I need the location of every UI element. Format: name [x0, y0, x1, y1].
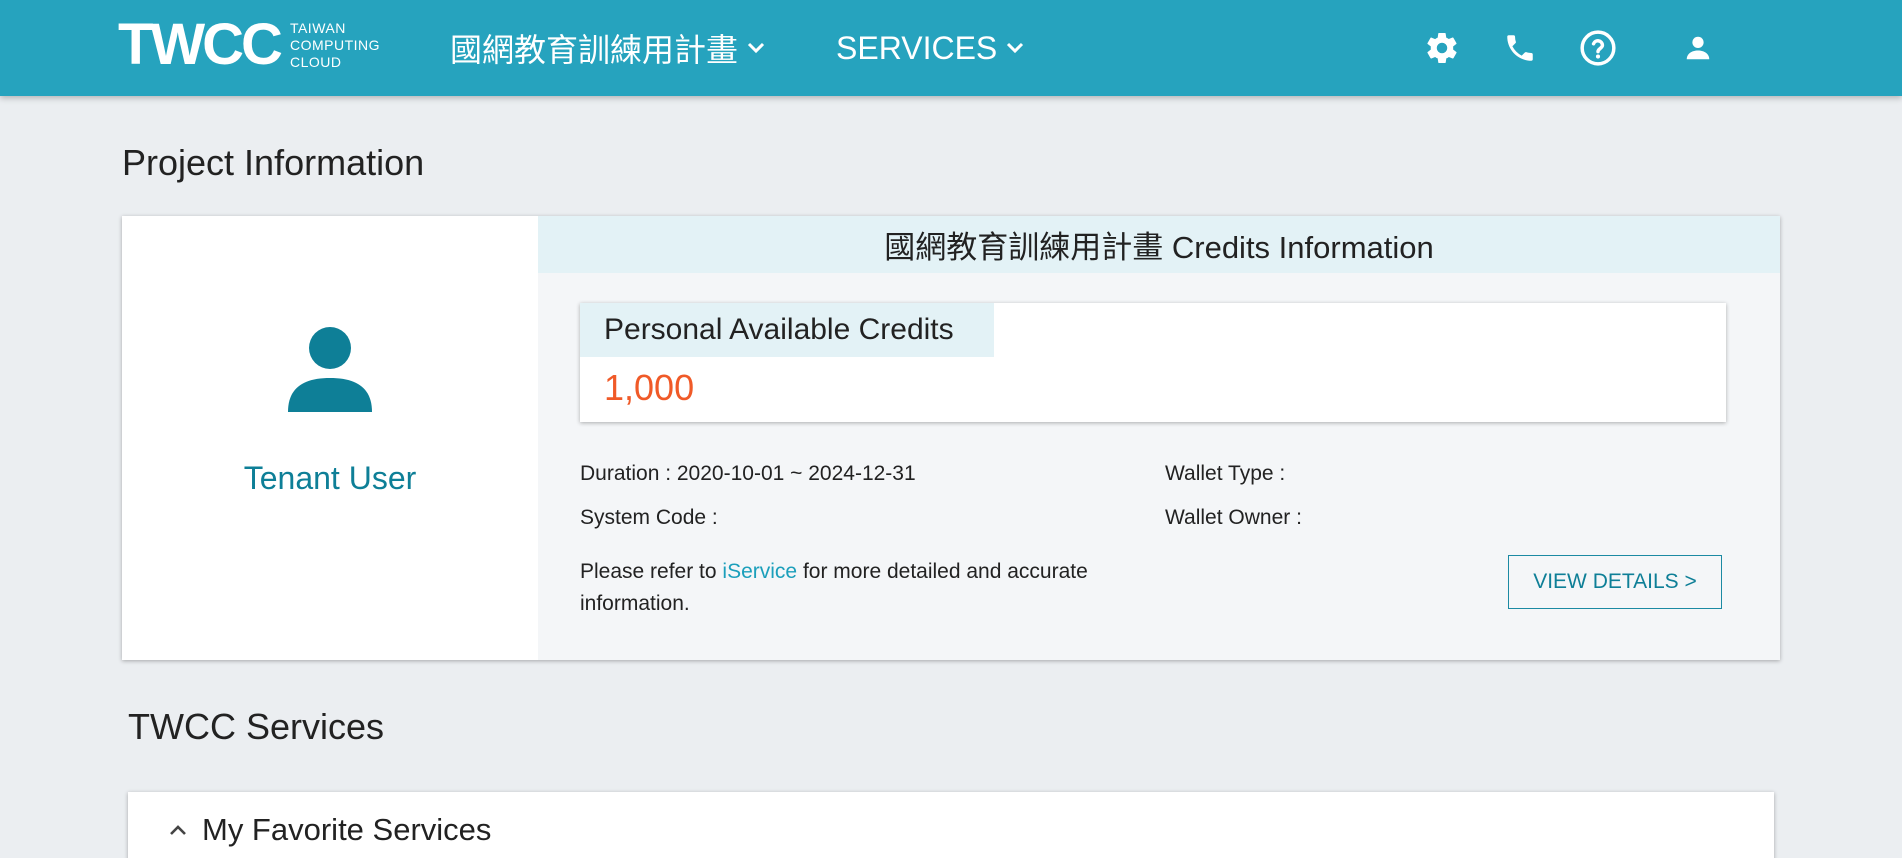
gear-icon[interactable]	[1422, 28, 1462, 68]
duration-text: Duration : 2020-10-01 ~ 2024-12-31	[580, 462, 916, 485]
logo-text-line: CLOUD	[289, 53, 342, 70]
user-icon[interactable]	[1678, 28, 1718, 68]
favorite-services-toggle[interactable]: My Favorite Services	[168, 812, 491, 848]
credits-label: Personal Available Credits	[580, 303, 994, 357]
twcc-services-title: TWCC Services	[128, 706, 385, 747]
logo-text-line: COMPUTING	[289, 36, 381, 53]
phone-icon[interactable]	[1500, 28, 1540, 68]
iservice-link[interactable]: iService	[722, 560, 797, 583]
twcc-logo[interactable]: TWCC TAIWAN COMPUTING CLOUD	[118, 12, 380, 77]
project-menu-label: 國網教育訓練用計畫	[450, 32, 739, 68]
view-details-button[interactable]: VIEW DETAILS >	[1508, 555, 1722, 609]
favorite-services-label: My Favorite Services	[202, 812, 492, 847]
wallet-type-text: Wallet Type :	[1165, 462, 1286, 485]
services-menu-label: SERVICES	[836, 29, 998, 66]
tenant-panel: Tenant User	[122, 216, 538, 660]
wallet-owner-text: Wallet Owner :	[1165, 506, 1302, 529]
chevron-up-icon	[168, 823, 188, 837]
services-menu[interactable]: SERVICES	[836, 26, 1025, 70]
project-menu[interactable]: 國網教育訓練用計畫	[450, 26, 766, 70]
tenant-name: Tenant User	[243, 460, 417, 496]
refer-note: Please refer to iService for more detail…	[580, 556, 1120, 620]
credits-value: 1,000	[604, 367, 695, 408]
project-card: Tenant User 國網教育訓練用計畫 Credits Informatio…	[122, 216, 1780, 660]
avatar-icon	[286, 326, 374, 419]
personal-credits-box: Personal Available Credits 1,000	[580, 303, 1726, 422]
credits-header: 國網教育訓練用計畫 Credits Information	[538, 216, 1780, 273]
system-code-text: System Code :	[580, 506, 718, 529]
logo-text: TAIWAN COMPUTING CLOUD	[290, 20, 380, 71]
project-information-title: Project Information	[122, 142, 425, 183]
chevron-down-icon	[1005, 41, 1025, 55]
top-navigation-bar: TWCC TAIWAN COMPUTING CLOUD 國網教育訓練用計畫 SE…	[0, 0, 1902, 96]
chevron-down-icon	[746, 41, 766, 55]
favorite-services-card: My Favorite Services	[128, 792, 1774, 858]
refer-prefix: Please refer to	[580, 560, 723, 583]
logo-mark: TWCC	[118, 12, 283, 77]
help-icon[interactable]	[1578, 28, 1618, 68]
logo-text-line: TAIWAN	[289, 19, 346, 36]
credits-panel: 國網教育訓練用計畫 Credits Information Personal A…	[538, 216, 1780, 660]
